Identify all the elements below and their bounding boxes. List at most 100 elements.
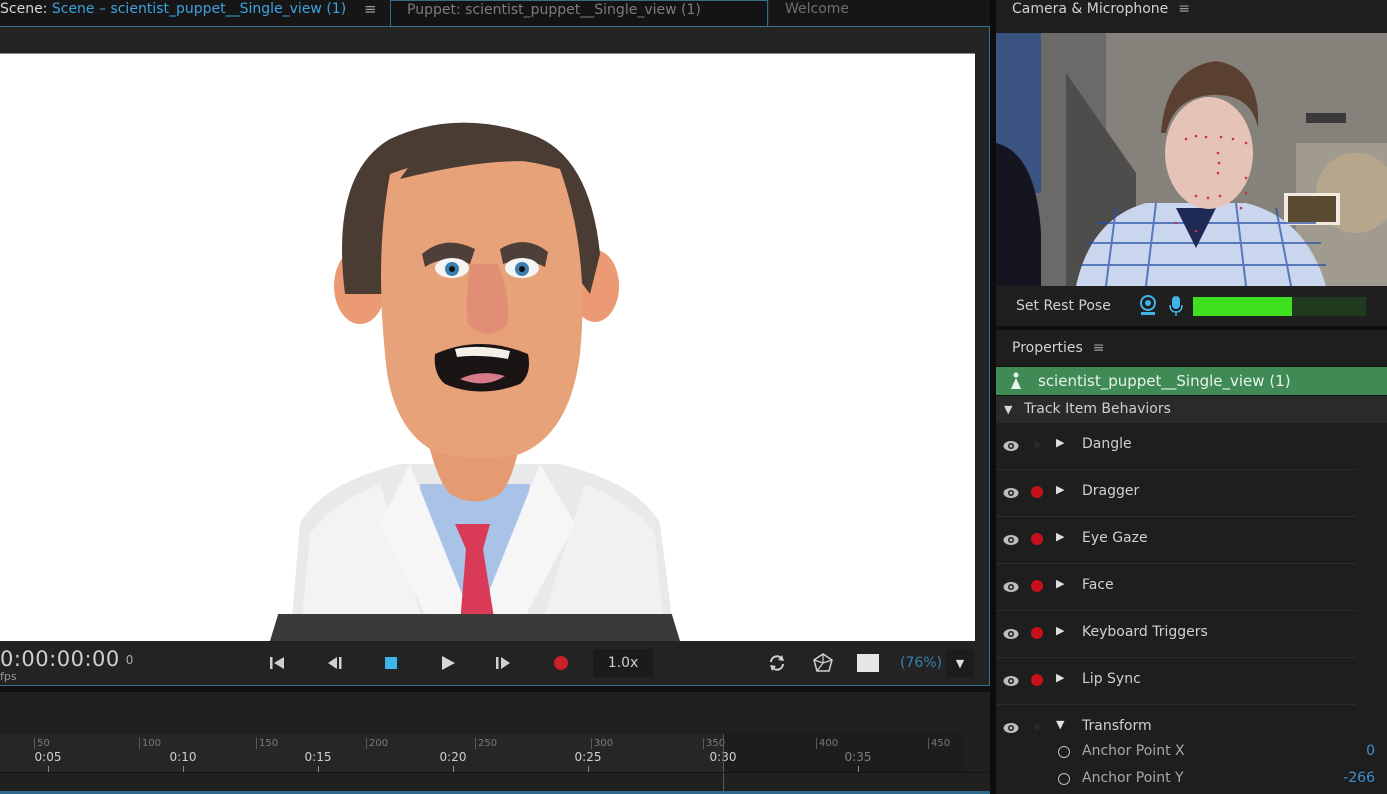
section-title: Track Item Behaviors (1024, 401, 1171, 417)
step-back-button[interactable] (320, 649, 350, 677)
record-button[interactable] (546, 649, 576, 677)
collapse-triangle-icon: ▼ (1004, 403, 1013, 416)
properties-panel-header: Properties ≡ (996, 330, 1387, 366)
time-tick-label: 0:05 (34, 750, 62, 764)
record-arm-icon[interactable] (1031, 486, 1043, 498)
track-item-behaviors-header[interactable]: ▼ Track Item Behaviors (996, 396, 1387, 423)
behavior-row[interactable]: ▶ Lip Sync (996, 658, 1356, 705)
transform-property-row[interactable]: Anchor Point Y -266 (996, 767, 1387, 793)
selected-puppet-row[interactable]: scientist_puppet__Single_view (1) (996, 367, 1387, 395)
panel-menu-icon[interactable]: ≡ (364, 0, 377, 18)
playback-speed[interactable]: 1.0x (593, 649, 653, 677)
behavior-name: Keyboard Triggers (1082, 624, 1208, 640)
behavior-row[interactable]: ▶ Dragger (996, 470, 1356, 517)
behaviors-list: ▶ Dangle ▶ Dragger ▶ Eye Gaze ▶ Face ▶ Keyboard T… (996, 423, 1387, 794)
play-icon (442, 656, 455, 670)
property-value[interactable]: 0 (1366, 743, 1375, 759)
zoom-level[interactable]: (76%) (900, 649, 942, 677)
property-name: Anchor Point Y (1082, 770, 1184, 786)
record-icon (554, 656, 568, 670)
audio-level-fill (1193, 297, 1292, 316)
background-color-button[interactable] (853, 649, 883, 677)
step-forward-icon (496, 657, 510, 669)
tab-bar: Scene: Scene – scientist_puppet__Single_… (0, 0, 990, 27)
visibility-eye-icon[interactable] (1003, 484, 1019, 498)
scene-canvas[interactable] (0, 54, 975, 641)
record-arm-icon[interactable] (1031, 674, 1043, 686)
behavior-name: Face (1082, 577, 1114, 593)
transform-property-row[interactable]: Anchor Point X 0 (996, 740, 1387, 766)
visibility-eye-icon[interactable] (1003, 437, 1019, 451)
zoom-dropdown-icon[interactable]: ▼ (946, 649, 974, 677)
mesh-icon (813, 653, 833, 672)
visibility-eye-icon[interactable] (1003, 672, 1019, 686)
frame-tick-label: 300 (591, 738, 613, 749)
record-arm-icon[interactable] (1031, 533, 1043, 545)
work-area-end-marker[interactable] (723, 734, 724, 794)
webcam-image (996, 33, 1387, 286)
behavior-name: Transform (1082, 718, 1152, 734)
behavior-name: Lip Sync (1082, 671, 1141, 687)
expanded-triangle-icon[interactable]: ▼ (1056, 718, 1064, 731)
visibility-eye-icon[interactable] (1003, 531, 1019, 545)
camera-toggle-icon[interactable] (1138, 295, 1158, 317)
record-arm-icon[interactable] (1031, 580, 1043, 592)
behavior-row[interactable]: ▶ Face (996, 564, 1356, 611)
frame-number: 0 (125, 653, 134, 667)
tab-welcome[interactable]: Welcome (768, 0, 990, 26)
time-tick-label: 0:15 (304, 750, 332, 764)
camera-panel-header: Camera & Microphone ≡ (996, 0, 1387, 33)
person-face (1165, 97, 1253, 209)
timeline-ruler[interactable]: 50 100 150 200 250 300 350 400 450 0:05 0:10 0:15 0… (0, 734, 965, 772)
tab-scene[interactable]: Scene: Scene – scientist_puppet__Single_… (0, 0, 390, 26)
properties-panel-menu-icon[interactable]: ≡ (1093, 340, 1105, 356)
visibility-eye-icon[interactable] (1003, 625, 1019, 639)
background-swatch-icon (857, 654, 879, 672)
frame-tick-label: 50 (34, 738, 50, 749)
frame-tick-label: 350 (703, 738, 725, 749)
record-arm-icon[interactable] (1034, 724, 1040, 730)
keyframe-circle-icon[interactable] (1058, 773, 1070, 785)
timeline-panel[interactable]: 50 100 150 200 250 300 350 400 450 0:05 0:10 0:15 0… (0, 690, 990, 794)
behavior-row[interactable]: ▶ Eye Gaze (996, 517, 1356, 564)
record-arm-icon[interactable] (1034, 442, 1040, 448)
ruler-divider (0, 772, 990, 773)
step-forward-button[interactable] (488, 649, 518, 677)
tab-puppet[interactable]: Puppet: scientist_puppet__Single_view (1… (390, 0, 768, 27)
property-value[interactable]: -266 (1343, 770, 1375, 786)
frame-tick-label: 250 (475, 738, 497, 749)
time-tick-label: 0:25 (574, 750, 602, 764)
visibility-eye-icon[interactable] (1003, 578, 1019, 592)
set-rest-pose-button[interactable]: Set Rest Pose (1016, 298, 1111, 314)
go-to-start-icon (270, 657, 284, 669)
microphone-toggle-icon[interactable] (1168, 295, 1184, 317)
camera-panel-menu-icon[interactable]: ≡ (1178, 1, 1190, 17)
collapsed-triangle-icon[interactable]: ▶ (1056, 577, 1064, 590)
tab-scene-name: Scene – scientist_puppet__Single_view (1… (51, 1, 347, 17)
refresh-button[interactable] (762, 649, 792, 677)
visibility-eye-icon[interactable] (1003, 719, 1019, 733)
step-back-icon (328, 657, 342, 669)
behavior-row[interactable]: ▶ Dangle (996, 423, 1356, 470)
frame-tick-label: 400 (816, 738, 838, 749)
frame-tick-label: 450 (928, 738, 950, 749)
camera-feed (996, 33, 1387, 286)
collapsed-triangle-icon[interactable]: ▶ (1056, 530, 1064, 543)
record-arm-icon[interactable] (1031, 627, 1043, 639)
mesh-toggle-button[interactable] (808, 649, 838, 677)
collapsed-triangle-icon[interactable]: ▶ (1056, 483, 1064, 496)
scene-panel: 0:00:00:00 0 fps 1.0x (76%) ▼ (0, 26, 990, 686)
timecode-display: 0:00:00:00 0 (0, 647, 134, 671)
play-button[interactable] (433, 649, 463, 677)
stop-button[interactable] (376, 649, 406, 677)
refresh-icon (770, 655, 784, 671)
puppet-character[interactable] (0, 54, 975, 641)
collapsed-triangle-icon[interactable]: ▶ (1056, 671, 1064, 684)
behavior-row[interactable]: ▶ Keyboard Triggers (996, 611, 1356, 658)
collapsed-triangle-icon[interactable]: ▶ (1056, 624, 1064, 637)
time-tick-label: 0:35 (844, 750, 872, 764)
go-to-start-button[interactable] (262, 649, 292, 677)
camera-panel-title: Camera & Microphone (1012, 1, 1169, 17)
keyframe-circle-icon[interactable] (1058, 746, 1070, 758)
collapsed-triangle-icon[interactable]: ▶ (1056, 436, 1064, 449)
